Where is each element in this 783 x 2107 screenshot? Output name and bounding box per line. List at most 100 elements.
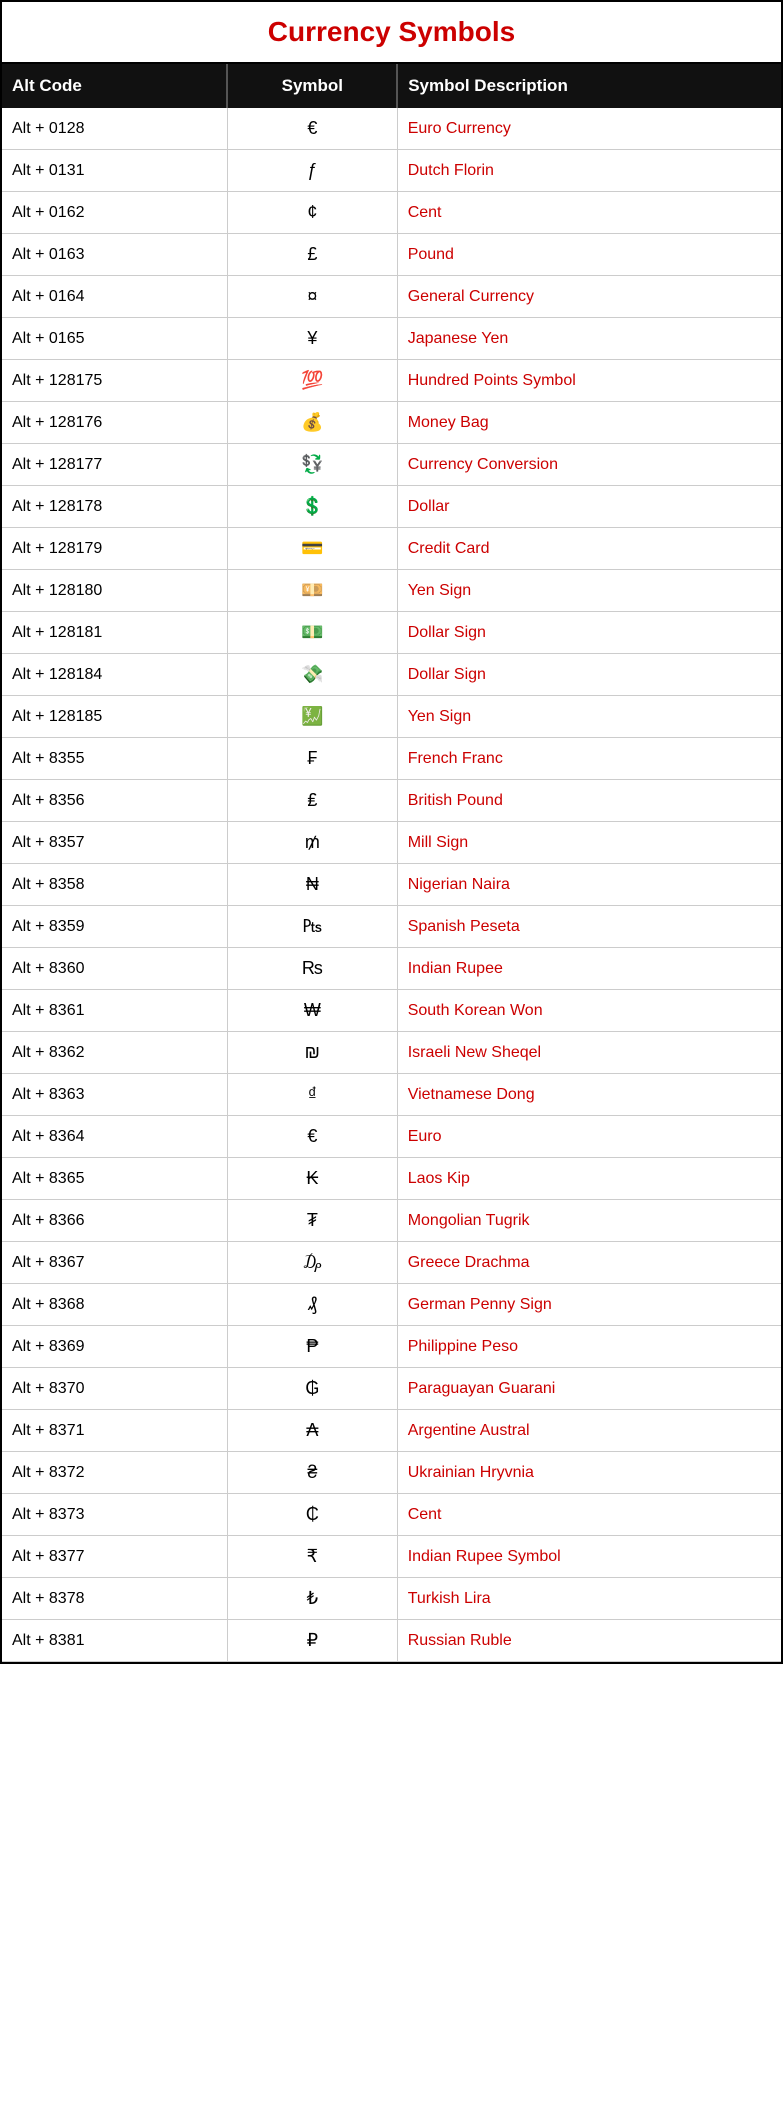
cell-symbol: ₦ [227, 864, 397, 906]
cell-alt-code: Alt + 128180 [2, 570, 227, 612]
cell-description: Hundred Points Symbol [397, 360, 781, 402]
data-table: Alt Code Symbol Symbol Description Alt +… [2, 64, 781, 1662]
cell-description: Japanese Yen [397, 318, 781, 360]
cell-description: General Currency [397, 276, 781, 318]
cell-alt-code: Alt + 128184 [2, 654, 227, 696]
cell-alt-code: Alt + 128175 [2, 360, 227, 402]
cell-alt-code: Alt + 8365 [2, 1158, 227, 1200]
cell-description: Dutch Florin [397, 150, 781, 192]
cell-alt-code: Alt + 8370 [2, 1368, 227, 1410]
cell-description: Philippine Peso [397, 1326, 781, 1368]
cell-description: Currency Conversion [397, 444, 781, 486]
cell-alt-code: Alt + 8372 [2, 1452, 227, 1494]
cell-symbol: ₪ [227, 1032, 397, 1074]
page-title: Currency Symbols [2, 2, 781, 64]
cell-symbol: 💸 [227, 654, 397, 696]
cell-symbol: ₳ [227, 1410, 397, 1452]
cell-alt-code: Alt + 8381 [2, 1620, 227, 1662]
cell-alt-code: Alt + 8359 [2, 906, 227, 948]
col-header-altcode: Alt Code [2, 64, 227, 108]
table-row: Alt + 128179💳Credit Card [2, 528, 781, 570]
table-row: Alt + 128176💰Money Bag [2, 402, 781, 444]
cell-alt-code: Alt + 8378 [2, 1578, 227, 1620]
cell-description: Russian Ruble [397, 1620, 781, 1662]
table-row: Alt + 0164¤General Currency [2, 276, 781, 318]
cell-alt-code: Alt + 8357 [2, 822, 227, 864]
cell-symbol: 💯 [227, 360, 397, 402]
cell-symbol: ₴ [227, 1452, 397, 1494]
table-row: Alt + 8377₹Indian Rupee Symbol [2, 1536, 781, 1578]
col-header-symbol: Symbol [227, 64, 397, 108]
table-row: Alt + 128175💯Hundred Points Symbol [2, 360, 781, 402]
table-row: Alt + 8369₱Philippine Peso [2, 1326, 781, 1368]
table-row: Alt + 128185💹Yen Sign [2, 696, 781, 738]
cell-symbol: 💰 [227, 402, 397, 444]
cell-description: Money Bag [397, 402, 781, 444]
cell-alt-code: Alt + 128176 [2, 402, 227, 444]
cell-alt-code: Alt + 128178 [2, 486, 227, 528]
table-row: Alt + 0165¥Japanese Yen [2, 318, 781, 360]
cell-symbol: € [227, 108, 397, 150]
table-row: Alt + 8356₤British Pound [2, 780, 781, 822]
table-row: Alt + 8366₮Mongolian Tugrik [2, 1200, 781, 1242]
table-row: Alt + 128181💵Dollar Sign [2, 612, 781, 654]
cell-description: Argentine Austral [397, 1410, 781, 1452]
table-row: Alt + 8364€Euro [2, 1116, 781, 1158]
cell-description: Dollar Sign [397, 654, 781, 696]
cell-description: Indian Rupee Symbol [397, 1536, 781, 1578]
cell-alt-code: Alt + 0163 [2, 234, 227, 276]
cell-description: Cent [397, 192, 781, 234]
cell-alt-code: Alt + 8366 [2, 1200, 227, 1242]
cell-symbol: ₥ [227, 822, 397, 864]
table-row: Alt + 8373₵Cent [2, 1494, 781, 1536]
cell-symbol: ₺ [227, 1578, 397, 1620]
cell-alt-code: Alt + 0131 [2, 150, 227, 192]
cell-alt-code: Alt + 0128 [2, 108, 227, 150]
cell-symbol: ₩ [227, 990, 397, 1032]
cell-symbol: 💹 [227, 696, 397, 738]
cell-alt-code: Alt + 128185 [2, 696, 227, 738]
cell-symbol: ₯ [227, 1242, 397, 1284]
cell-alt-code: Alt + 8373 [2, 1494, 227, 1536]
cell-alt-code: Alt + 8368 [2, 1284, 227, 1326]
cell-symbol: ₣ [227, 738, 397, 780]
cell-description: Euro Currency [397, 108, 781, 150]
cell-description: Dollar Sign [397, 612, 781, 654]
table-header-row: Alt Code Symbol Symbol Description [2, 64, 781, 108]
currency-symbols-table: Currency Symbols Alt Code Symbol Symbol … [0, 0, 783, 1664]
cell-alt-code: Alt + 8356 [2, 780, 227, 822]
cell-description: Credit Card [397, 528, 781, 570]
cell-alt-code: Alt + 8361 [2, 990, 227, 1032]
table-row: Alt + 8371₳Argentine Austral [2, 1410, 781, 1452]
cell-alt-code: Alt + 0164 [2, 276, 227, 318]
table-row: Alt + 0163£Pound [2, 234, 781, 276]
table-row: Alt + 8359₧Spanish Peseta [2, 906, 781, 948]
cell-description: Euro [397, 1116, 781, 1158]
table-row: Alt + 128184💸Dollar Sign [2, 654, 781, 696]
cell-symbol: £ [227, 234, 397, 276]
cell-description: Nigerian Naira [397, 864, 781, 906]
table-row: Alt + 8368₰German Penny Sign [2, 1284, 781, 1326]
cell-alt-code: Alt + 8355 [2, 738, 227, 780]
cell-description: Spanish Peseta [397, 906, 781, 948]
cell-alt-code: Alt + 0162 [2, 192, 227, 234]
cell-alt-code: Alt + 128177 [2, 444, 227, 486]
cell-description: South Korean Won [397, 990, 781, 1032]
cell-alt-code: Alt + 8367 [2, 1242, 227, 1284]
cell-symbol: ₨ [227, 948, 397, 990]
cell-description: Paraguayan Guarani [397, 1368, 781, 1410]
cell-symbol: ¤ [227, 276, 397, 318]
cell-description: British Pound [397, 780, 781, 822]
cell-symbol: 💵 [227, 612, 397, 654]
cell-description: Yen Sign [397, 570, 781, 612]
table-row: Alt + 8363₫Vietnamese Dong [2, 1074, 781, 1116]
cell-description: Dollar [397, 486, 781, 528]
cell-symbol: ₰ [227, 1284, 397, 1326]
table-row: Alt + 0162¢Cent [2, 192, 781, 234]
cell-description: Yen Sign [397, 696, 781, 738]
table-row: Alt + 128180💴Yen Sign [2, 570, 781, 612]
cell-alt-code: Alt + 8363 [2, 1074, 227, 1116]
cell-description: Mill Sign [397, 822, 781, 864]
table-row: Alt + 8362₪Israeli New Sheqel [2, 1032, 781, 1074]
cell-symbol: ₤ [227, 780, 397, 822]
